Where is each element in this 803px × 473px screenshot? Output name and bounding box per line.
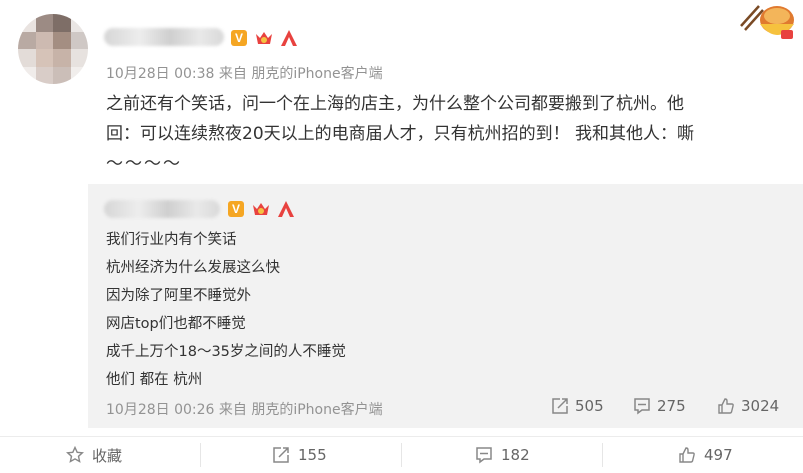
reply-line: 他们 都在 杭州	[106, 372, 203, 388]
reply-username-blurred[interactable]	[104, 200, 220, 218]
post-text-line-2: 回：可以连续熬夜20天以上的电商届人才，只有杭州招的到！ 我和其他人：嘶	[106, 124, 695, 144]
like-icon	[718, 398, 734, 414]
comment-icon	[634, 398, 650, 415]
post-text: 之前还有个笑话，问一个在上海的店主，为什么整个公司都要搬到了杭州。他 回：可以连…	[106, 89, 786, 179]
repost-button[interactable]: 155	[272, 437, 327, 473]
reply-crown-badge-icon	[253, 203, 269, 215]
action-bar: 收藏 155 182 497	[0, 436, 803, 473]
reply-repost-button[interactable]: 505	[551, 397, 604, 415]
reply-comment-count: 275	[657, 397, 686, 415]
reply-level-badge-icon	[278, 201, 294, 217]
repost-count: 155	[298, 446, 327, 464]
repost-icon	[552, 398, 568, 414]
username-blurred[interactable]	[104, 28, 224, 46]
post-text-line-1: 之前还有个笑话，问一个在上海的店主，为什么整个公司都要搬到了杭州。他	[106, 94, 684, 114]
star-icon	[66, 446, 84, 463]
divider	[200, 443, 201, 467]
verified-v-icon: V	[231, 30, 247, 46]
divider	[602, 443, 603, 467]
reply-line: 杭州经济为什么发展这么快	[106, 260, 280, 276]
like-icon	[679, 447, 695, 463]
divider	[401, 443, 402, 467]
reply-line: 因为除了阿里不睡觉外	[106, 288, 251, 304]
reply-like-count: 3024	[741, 397, 780, 415]
reply-comment-button[interactable]: 275	[633, 397, 686, 415]
repost-icon	[273, 447, 289, 463]
comment-button[interactable]: 182	[475, 437, 530, 473]
comment-icon	[476, 447, 492, 464]
comment-count: 182	[501, 446, 530, 464]
user-avatar[interactable]	[18, 14, 88, 84]
level-badge-icon	[281, 30, 297, 46]
reply-line: 成千上万个18～35岁之间的人不睡觉	[106, 344, 346, 360]
like-button[interactable]: 497	[678, 437, 733, 473]
reply-line: 我们行业内有个笑话	[106, 232, 237, 248]
reply-line: 网店top们也都不睡觉	[106, 316, 246, 332]
noodle-bowl-decoration-icon	[740, 5, 794, 39]
post-text-line-3: ～～～～	[106, 154, 182, 174]
reply-like-button[interactable]: 3024	[717, 397, 779, 415]
like-count: 497	[704, 446, 733, 464]
reply-verified-v-icon: V	[228, 201, 244, 217]
quoted-reply	[88, 184, 803, 428]
post-meta: 10月28日 00:38 来自 朋克的iPhone客户端	[106, 66, 383, 82]
favorite-label: 收藏	[92, 446, 123, 465]
reply-meta: 10月28日 00:26 来自 朋克的iPhone客户端	[106, 402, 383, 418]
favorite-button[interactable]: 收藏	[66, 437, 122, 473]
crown-badge-icon	[256, 32, 272, 44]
reply-repost-count: 505	[575, 397, 604, 415]
